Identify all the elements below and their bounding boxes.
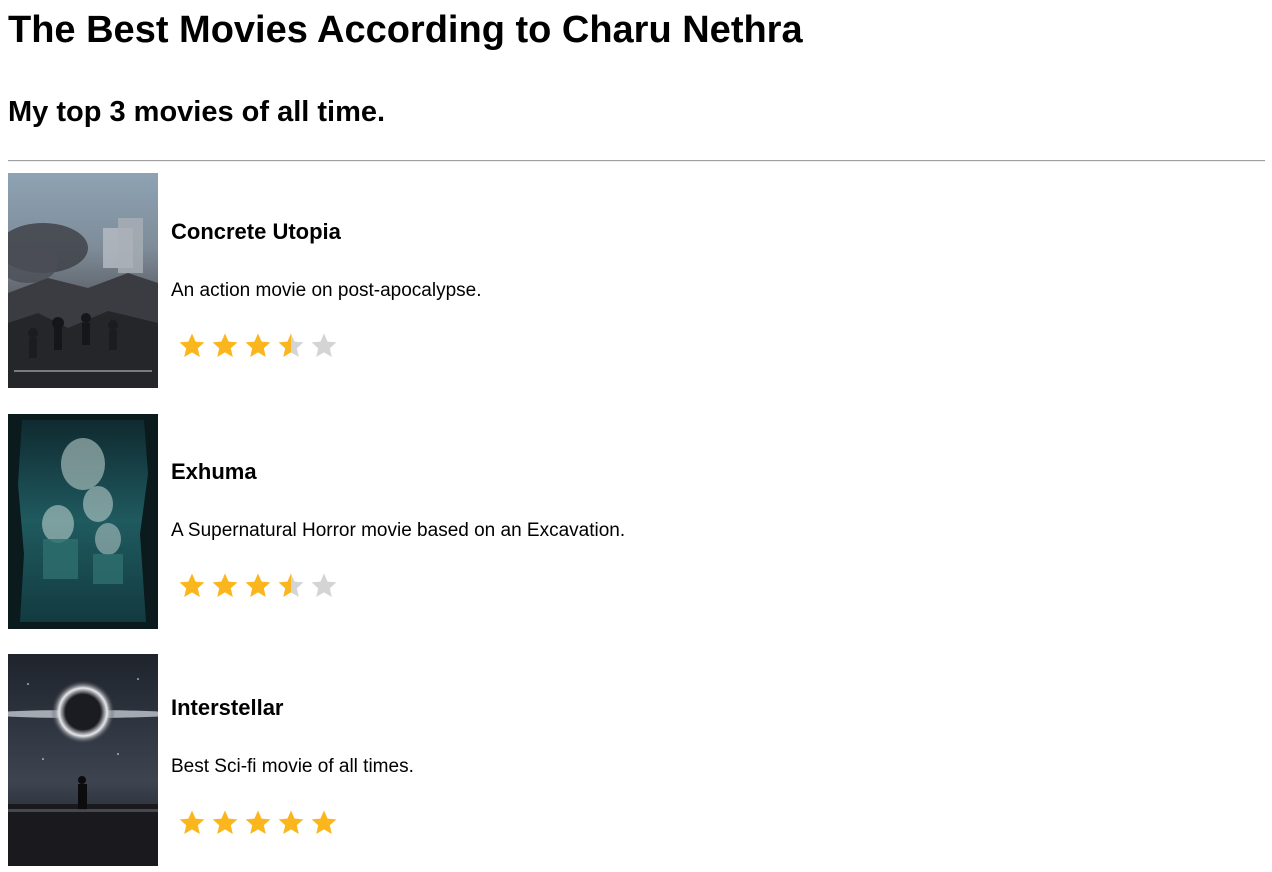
movie-title: Interstellar xyxy=(171,695,284,720)
star-filled-icon xyxy=(179,810,205,834)
star-filled-icon xyxy=(245,810,271,834)
star-half-icon xyxy=(278,333,304,357)
star-empty-icon xyxy=(311,333,337,357)
movie-poster-image xyxy=(8,654,158,866)
star-filled-icon xyxy=(212,333,238,357)
star-rating xyxy=(178,809,348,839)
star-filled-icon xyxy=(311,810,337,834)
star-filled-icon xyxy=(212,810,238,834)
movie-description: Best Sci-fi movie of all times. xyxy=(171,756,414,777)
movie-poster-image xyxy=(8,173,158,388)
star-filled-icon xyxy=(179,573,205,597)
star-filled-icon xyxy=(245,333,271,357)
divider xyxy=(8,160,1265,162)
star-filled-icon xyxy=(278,810,304,834)
page-subtitle: My top 3 movies of all time. xyxy=(8,96,386,128)
star-rating xyxy=(178,332,348,362)
movie-title: Concrete Utopia xyxy=(171,219,341,244)
star-rating xyxy=(178,572,348,602)
movie-description: A Supernatural Horror movie based on an … xyxy=(171,520,626,541)
movie-item: Concrete Utopia An action movie on post-… xyxy=(8,173,1008,389)
star-empty-icon xyxy=(311,573,337,597)
movie-item: Exhuma A Supernatural Horror movie based… xyxy=(8,414,1008,630)
movie-title: Exhuma xyxy=(171,459,257,484)
movie-poster-image xyxy=(8,414,158,629)
star-filled-icon xyxy=(179,333,205,357)
star-filled-icon xyxy=(245,573,271,597)
star-filled-icon xyxy=(212,573,238,597)
star-half-icon xyxy=(278,573,304,597)
movie-description: An action movie on post-apocalypse. xyxy=(171,280,482,301)
page-title: The Best Movies According to Charu Nethr… xyxy=(8,9,803,51)
movie-item: Interstellar Best Sci-fi movie of all ti… xyxy=(8,654,1008,870)
